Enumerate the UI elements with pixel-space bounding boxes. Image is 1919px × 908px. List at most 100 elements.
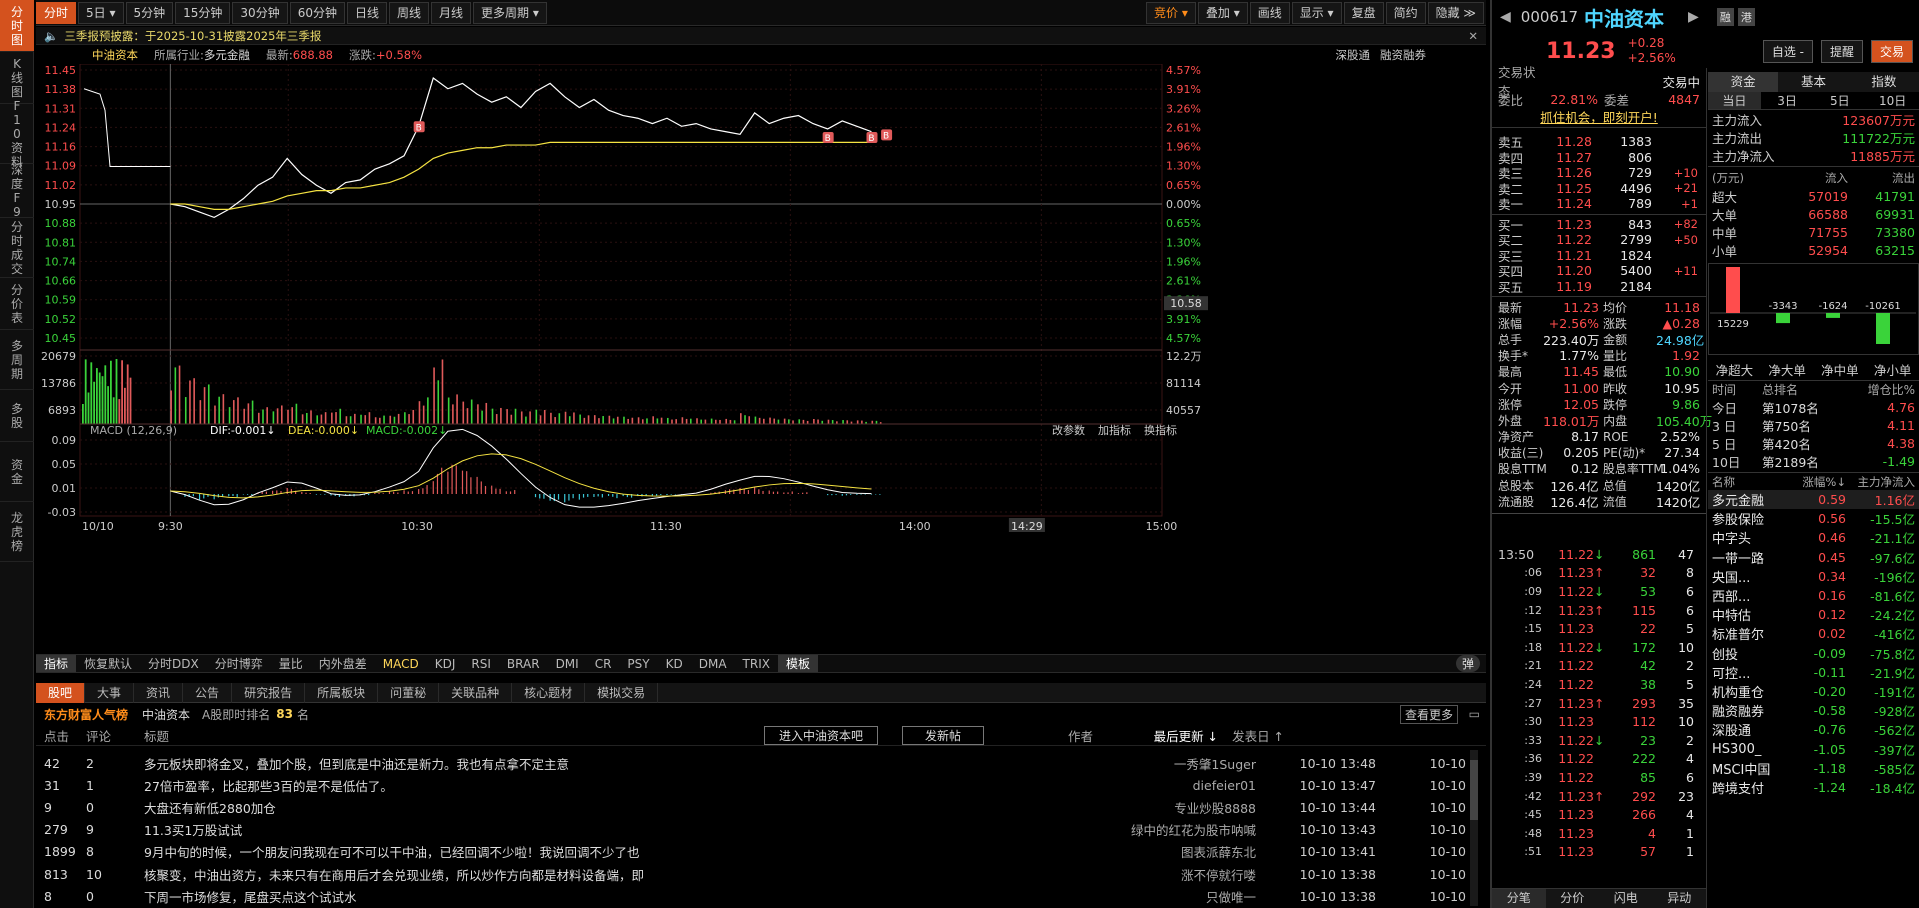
industry-value[interactable]: 多元金融 bbox=[204, 48, 250, 62]
forum-tab-1[interactable]: 大事 bbox=[85, 682, 135, 703]
forum-tab-4[interactable]: 研究报告 bbox=[232, 682, 306, 703]
macd-tool-1[interactable]: 加指标 bbox=[1098, 423, 1131, 437]
left-tab-9[interactable]: 龙虎榜 bbox=[0, 502, 34, 562]
indicator-tab-2[interactable]: 分时DDX bbox=[140, 655, 207, 672]
forum-tab-9[interactable]: 模拟交易 bbox=[585, 682, 659, 703]
forum-tab-3[interactable]: 公告 bbox=[183, 682, 233, 703]
promo-link[interactable]: 抓住机会，即刻开户! bbox=[1492, 108, 1706, 128]
post-title[interactable]: 27倍市盈率，比起那些3百的是不是低估了。 bbox=[144, 776, 1044, 795]
fund-tab-2[interactable]: 指数 bbox=[1848, 72, 1919, 92]
left-tab-7[interactable]: 多股 bbox=[0, 390, 34, 442]
post-title[interactable]: 多元板块即将金叉，叠加个股，但到底是中油还是新力。我也有点拿不定主意 bbox=[144, 754, 1044, 773]
sector-row[interactable]: 融资融券 -0.58 -928亿 bbox=[1708, 701, 1919, 720]
post-author[interactable]: 一秀肇1Suger bbox=[1044, 754, 1256, 773]
sector-col-2[interactable]: 主力净流入 bbox=[1846, 474, 1916, 490]
enter-bar-button[interactable]: 进入中油资本吧 bbox=[764, 726, 879, 745]
fund-tab-0[interactable]: 资金 bbox=[1708, 72, 1779, 92]
left-tab-1[interactable]: K线图 bbox=[0, 52, 34, 104]
indicator-tab-8[interactable]: RSI bbox=[463, 657, 499, 671]
col-updated[interactable]: 最后更新 ↓ bbox=[1118, 726, 1218, 745]
sector-row[interactable]: 创投 -0.09 -75.8亿 bbox=[1708, 644, 1919, 663]
tick-tab-2[interactable]: 闪电 bbox=[1599, 889, 1653, 908]
tool-button-2[interactable]: 画线 bbox=[1249, 1, 1290, 24]
sector-row[interactable]: 西部... 0.16 -81.6亿 bbox=[1708, 586, 1919, 605]
tool-button-3[interactable]: 显示 ▾ bbox=[1291, 1, 1342, 24]
period-button-6[interactable]: 日线 bbox=[346, 1, 387, 24]
indicator-tab-5[interactable]: 内外盘差 bbox=[311, 655, 375, 672]
sector-row[interactable]: 深股通 -0.76 -562亿 bbox=[1708, 720, 1919, 739]
period-button-1[interactable]: 5日 ▾ bbox=[78, 1, 124, 24]
tick-tab-0[interactable]: 分笔 bbox=[1492, 889, 1546, 908]
new-post-button[interactable]: 发新帖 bbox=[902, 726, 985, 745]
view-more-button[interactable]: 查看更多 bbox=[1399, 704, 1458, 724]
sector-row[interactable]: HS300_ -1.05 -397亿 bbox=[1708, 739, 1919, 758]
indicator-tab-16[interactable]: 模板 bbox=[777, 655, 818, 672]
post-title[interactable]: 下周一市场修复，尾盘买点这个试试水 bbox=[144, 887, 1044, 906]
watchlist-button[interactable]: 自选 - bbox=[1762, 39, 1813, 63]
period-button-9[interactable]: 更多周期 ▾ bbox=[473, 1, 547, 24]
tool-button-1[interactable]: 叠加 ▾ bbox=[1197, 1, 1248, 24]
prev-stock-icon[interactable]: ◀ bbox=[1500, 9, 1511, 25]
indicator-tab-7[interactable]: KDJ bbox=[427, 657, 464, 671]
next-stock-icon[interactable]: ▶ bbox=[1688, 9, 1699, 25]
forum-post-row[interactable]: 813 10 核聚变，中油出资方，未来只有在商用后才会兑现业绩，所以炒作方向都是材料… bbox=[36, 863, 1476, 885]
sector-row[interactable]: 跨境支付 -1.24 -18.4亿 bbox=[1708, 778, 1919, 797]
col-posted[interactable]: 发表日 ↑ bbox=[1218, 726, 1284, 745]
post-title[interactable]: 大盘还有新低2880加仓 bbox=[144, 798, 1044, 817]
period-button-2[interactable]: 5分钟 bbox=[125, 1, 174, 24]
post-title[interactable]: 核聚变，中油出资方，未来只有在商用后才会兑现业绩，所以炒作方向都是材料设备端，即 bbox=[144, 865, 1044, 884]
indicator-tab-12[interactable]: PSY bbox=[619, 657, 657, 671]
sector-row[interactable]: 央国... 0.34 -196亿 bbox=[1708, 567, 1919, 586]
forum-tab-7[interactable]: 关联品种 bbox=[439, 682, 513, 703]
tick-tab-3[interactable]: 异动 bbox=[1653, 889, 1707, 908]
post-author[interactable]: 涨不停就行喽 bbox=[1044, 865, 1256, 884]
tool-button-0[interactable]: 竞价 ▾ bbox=[1146, 1, 1196, 24]
sector-row[interactable]: 中特估 0.12 -24.2亿 bbox=[1708, 605, 1919, 624]
tool-button-6[interactable]: 隐藏 ≫ bbox=[1427, 1, 1484, 24]
forum-tab-2[interactable]: 资讯 bbox=[134, 682, 184, 703]
left-tab-0[interactable]: 分时图 bbox=[0, 0, 34, 52]
sector-row[interactable]: 多元金融 0.59 1.16亿 bbox=[1708, 490, 1919, 510]
left-tab-8[interactable]: 资金 bbox=[0, 442, 34, 502]
indicator-tab-6[interactable]: MACD bbox=[375, 657, 427, 671]
day-tab-3[interactable]: 10日 bbox=[1866, 92, 1919, 109]
period-button-3[interactable]: 15分钟 bbox=[175, 1, 231, 24]
fund-tab-1[interactable]: 基本 bbox=[1778, 72, 1849, 92]
post-author[interactable]: 专业炒股8888 bbox=[1044, 798, 1256, 817]
sector-col-0[interactable]: 名称 bbox=[1712, 474, 1792, 490]
post-author[interactable]: 图表派薛东北 bbox=[1044, 842, 1256, 861]
forum-post-row[interactable]: 8 0 下周一市场修复，尾盘买点这个试试水 只做唯一 10-10 13:38 10-10 bbox=[36, 885, 1476, 907]
indicator-tab-9[interactable]: BRAR bbox=[499, 657, 548, 671]
day-tab-1[interactable]: 3日 bbox=[1761, 92, 1814, 109]
indicator-tab-3[interactable]: 分时博弈 bbox=[207, 655, 271, 672]
forum-post-row[interactable]: 1899 8 9月中旬的时候，一个朋友问我现在可不可以干中油，已经回调不少啦！我说回… bbox=[36, 841, 1476, 863]
forum-scrollbar[interactable] bbox=[1470, 750, 1478, 906]
popup-toggle[interactable]: 弹 bbox=[1455, 655, 1480, 672]
post-author[interactable]: 只做唯一 bbox=[1044, 887, 1256, 906]
left-tab-4[interactable]: 分时成交 bbox=[0, 218, 34, 278]
macd-tool-0[interactable]: 改参数 bbox=[1052, 423, 1085, 437]
indicator-tab-13[interactable]: KD bbox=[658, 657, 691, 671]
notice-bar[interactable]: 🔈 三季报预披露：于2025-10-31披露2025年三季报 ✕ bbox=[36, 27, 1486, 45]
sector-row[interactable]: 机构重仓 -0.20 -191亿 bbox=[1708, 682, 1919, 701]
link-margin-trading[interactable]: 融资融券 bbox=[1380, 47, 1426, 63]
forum-post-row[interactable]: 42 2 多元板块即将金叉，叠加个股，但到底是中油还是新力。我也有点拿不定主意 一秀肇… bbox=[36, 752, 1476, 774]
day-tab-0[interactable]: 当日 bbox=[1708, 92, 1761, 109]
forum-post-row[interactable]: 279 9 11.3买1万股试试 绿中的红花为股市呐喊 10-10 13:43 10-10 bbox=[36, 819, 1476, 841]
period-button-4[interactable]: 30分钟 bbox=[232, 1, 288, 24]
post-author[interactable]: 绿中的红花为股市呐喊 bbox=[1044, 820, 1256, 839]
indicator-tab-10[interactable]: DMI bbox=[548, 657, 587, 671]
indicator-tab-4[interactable]: 量比 bbox=[271, 655, 311, 672]
forum-tab-6[interactable]: 问董秘 bbox=[378, 682, 440, 703]
period-button-8[interactable]: 月线 bbox=[431, 1, 472, 24]
sector-row[interactable]: 可控... -0.11 -21.9亿 bbox=[1708, 663, 1919, 682]
forum-tab-0[interactable]: 股吧 bbox=[36, 682, 86, 703]
indicator-tab-14[interactable]: DMA bbox=[691, 657, 735, 671]
indicator-tab-0[interactable]: 指标 bbox=[36, 655, 77, 672]
post-title[interactable]: 11.3买1万股试试 bbox=[144, 820, 1044, 839]
sector-row[interactable]: 标准普尔 0.02 -416亿 bbox=[1708, 624, 1919, 643]
window-icon[interactable]: ▭ bbox=[1469, 707, 1480, 721]
macd-tool-2[interactable]: 换指标 bbox=[1144, 423, 1177, 437]
stock-badge-1[interactable]: 港 bbox=[1737, 8, 1755, 26]
link-shengutong[interactable]: 深股通 bbox=[1336, 47, 1371, 63]
